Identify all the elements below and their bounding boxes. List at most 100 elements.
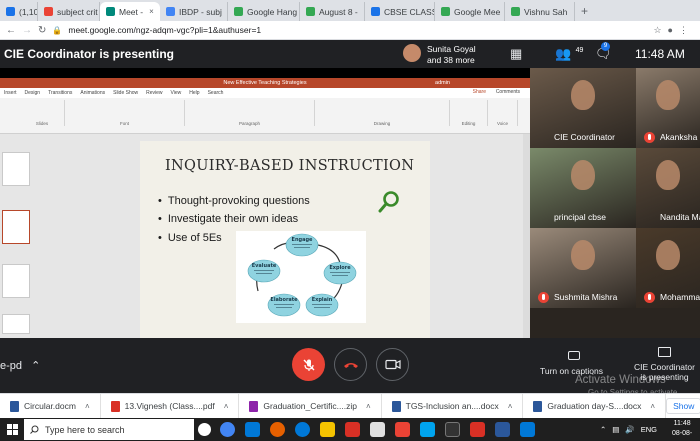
download-item[interactable]: TGS-Inclusion an....docx ˄: [382, 393, 524, 419]
slide-thumbnail[interactable]: [2, 264, 30, 298]
url-input[interactable]: meet.google.com/ngz-adqm-vgc?pli=1&authu…: [68, 25, 261, 35]
cycle-label-elaborate: Elaborate: [270, 297, 298, 303]
app-icon[interactable]: [445, 422, 460, 437]
new-tab-button[interactable]: +: [575, 2, 594, 21]
app-icon[interactable]: [520, 422, 535, 437]
mic-off-icon: [538, 292, 549, 303]
taskbar-search[interactable]: Type here to search: [24, 419, 194, 440]
present-screen-icon[interactable]: [658, 347, 671, 357]
participant-tile[interactable]: Akanksha S: [636, 68, 700, 148]
camera-toggle-button[interactable]: [376, 348, 409, 381]
file-explorer-icon[interactable]: [320, 422, 335, 437]
cycle-label-evaluate: Evaluate: [252, 263, 277, 269]
download-item[interactable]: Circular.docm ˄: [0, 393, 101, 419]
app-icon[interactable]: [370, 422, 385, 437]
tab-favicon-icon: [511, 7, 520, 16]
mic-off-icon: [644, 292, 655, 303]
app-icon[interactable]: [395, 422, 410, 437]
language-indicator[interactable]: ENG: [641, 425, 657, 434]
ribbon-tab[interactable]: Insert: [4, 90, 17, 96]
browser-tab[interactable]: (1,10×: [0, 2, 38, 21]
download-item[interactable]: Graduation_Certific....zip ˄: [239, 393, 382, 419]
participant-tile[interactable]: Mohamma: [636, 228, 700, 308]
edge-icon[interactable]: [245, 422, 260, 437]
volume-icon[interactable]: 🔊: [625, 425, 634, 434]
browser-tab[interactable]: August 8 -×: [300, 2, 365, 21]
ribbon-group-voice: Voice: [488, 100, 518, 126]
slide-thumbnail[interactable]: [2, 152, 30, 186]
meeting-code[interactable]: e-pd ⌃: [0, 359, 40, 372]
download-item[interactable]: 13.Vignesh (Class....pdf ˄: [101, 393, 240, 419]
participant-name: CIE Coordinator: [554, 132, 615, 142]
firefox-icon[interactable]: [270, 422, 285, 437]
chevron-up-icon[interactable]: ˄: [366, 402, 371, 411]
word-icon[interactable]: [495, 422, 510, 437]
participant-tile[interactable]: principal cbse: [530, 148, 636, 228]
vertical-scrollbar[interactable]: [523, 134, 530, 338]
browser-controls[interactable]: ☆●⋮: [653, 25, 694, 36]
browser-tab[interactable]: Google Hang×: [228, 2, 300, 21]
slide-bullet: Use of 5Es: [158, 232, 222, 244]
chat-button[interactable]: 🗨 9: [595, 42, 612, 63]
download-filename: TGS-Inclusion an....docx: [405, 401, 499, 411]
browser-tab[interactable]: CBSE CLASS×: [365, 2, 435, 21]
system-tray[interactable]: ⌃ ▤ 🔊 ENG: [600, 418, 657, 441]
chevron-up-icon[interactable]: ˄: [650, 402, 655, 411]
task-view-icon[interactable]: [198, 423, 211, 436]
slide-thumbnail-selected[interactable]: [2, 210, 30, 244]
acrobat-icon[interactable]: [470, 422, 485, 437]
app-icon[interactable]: [345, 422, 360, 437]
tab-label: (1,10: [19, 6, 38, 17]
chevron-up-icon[interactable]: ⌃: [600, 425, 606, 434]
chevron-up-icon[interactable]: ˄: [85, 402, 90, 411]
ie-icon[interactable]: [295, 422, 310, 437]
app-icon[interactable]: [420, 422, 435, 437]
chat-badge: 9: [601, 42, 610, 51]
chrome-icon[interactable]: [220, 422, 235, 437]
forward-icon[interactable]: →: [22, 25, 32, 36]
ribbon-tab[interactable]: Animations: [80, 90, 105, 96]
participant-tile[interactable]: Nandita Ma: [636, 148, 700, 228]
download-item[interactable]: Graduation day-S....docx ˄: [523, 393, 667, 419]
search-input[interactable]: Type here to search: [45, 425, 125, 435]
ribbon-tab[interactable]: Review: [146, 90, 162, 96]
participant-tile[interactable]: Sushmita Mishra: [530, 228, 636, 308]
slide-thumbnails[interactable]: [0, 134, 34, 338]
download-filename: Graduation day-S....docx: [547, 401, 642, 411]
ribbon-tab[interactable]: Design: [25, 90, 41, 96]
chevron-up-icon[interactable]: ˄: [508, 402, 513, 411]
share-button[interactable]: Share: [473, 89, 486, 95]
file-icon: [110, 400, 120, 412]
chevron-up-icon[interactable]: ˄: [224, 402, 229, 411]
layout-icon[interactable]: ▦: [510, 46, 522, 62]
mic-toggle-button[interactable]: [292, 348, 325, 381]
show-all-button[interactable]: Show: [666, 398, 700, 414]
start-button[interactable]: [0, 418, 24, 441]
ribbon-tab[interactable]: View: [171, 90, 182, 96]
ribbon-tab[interactable]: Help: [189, 90, 199, 96]
captions-icon[interactable]: [568, 351, 580, 360]
browser-tab[interactable]: Vishnu Sah×: [505, 2, 575, 21]
people-button[interactable]: 👥 49: [555, 45, 583, 63]
reload-icon[interactable]: ↻: [38, 25, 46, 36]
ribbon-tab[interactable]: Slide Show: [113, 90, 138, 96]
browser-tab[interactable]: Google Mee×: [435, 2, 505, 21]
slide-thumbnail[interactable]: [2, 314, 30, 334]
leave-call-button[interactable]: [334, 348, 367, 381]
participant-video: [571, 80, 595, 110]
ribbon-tab[interactable]: Search: [208, 90, 224, 96]
5e-cycle-diagram: Engage Explore Explain Elaborate Evaluat…: [236, 231, 366, 323]
browser-tab[interactable]: subject crit×: [38, 2, 100, 21]
participant-tile[interactable]: CIE Coordinator: [530, 68, 636, 148]
taskbar-clock[interactable]: 11:48 08-08-: [672, 419, 692, 439]
ribbon-tab[interactable]: Transitions: [48, 90, 72, 96]
browser-tab[interactable]: Meet - ×: [100, 2, 160, 21]
comments-button[interactable]: Comments: [496, 89, 520, 95]
close-icon[interactable]: ×: [149, 7, 154, 16]
participant-tile[interactable]: [530, 308, 700, 338]
back-icon[interactable]: ←: [6, 25, 16, 36]
lock-icon: 🔒: [52, 25, 63, 35]
slide-bullet: Thought-provoking questions: [158, 195, 310, 207]
network-icon[interactable]: ▤: [612, 425, 619, 434]
browser-tab[interactable]: IBDP - subj×: [160, 2, 228, 21]
